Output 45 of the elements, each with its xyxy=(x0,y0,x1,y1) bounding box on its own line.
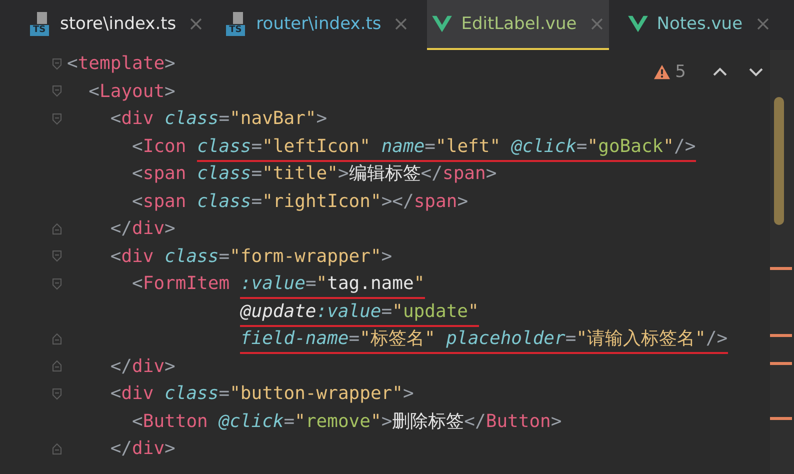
warning-count: 5 xyxy=(675,62,686,82)
code-line: </div> xyxy=(109,354,176,378)
editor-tab[interactable]: TS store\index.ts xyxy=(26,0,208,50)
warning-icon[interactable] xyxy=(653,64,672,80)
editor-tab[interactable]: TS router\index.ts xyxy=(222,0,414,50)
code-line: field-name="标签名" placeholder="请输入标签名"/> xyxy=(67,325,728,352)
warning-marker[interactable] xyxy=(770,267,792,270)
code-line: <span class="title">编辑标签</span> xyxy=(131,162,497,186)
warning-marker[interactable] xyxy=(770,417,792,420)
code-line: <template> xyxy=(67,52,176,76)
fold-marker-icon[interactable] xyxy=(52,58,62,70)
code-line: <span class="rightIcon"></span> xyxy=(131,190,468,214)
warning-marker[interactable] xyxy=(770,334,792,337)
fold-marker-icon[interactable] xyxy=(52,85,62,98)
scrollbar[interactable] xyxy=(770,50,794,474)
code-line: <Icon class="leftIcon" name="left" @click="goBack"/> xyxy=(67,132,696,160)
scrollbar-thumb[interactable] xyxy=(774,97,784,225)
fold-marker-icon[interactable] xyxy=(52,278,62,290)
fold-marker-icon[interactable] xyxy=(52,112,62,125)
fold-end-marker-icon[interactable] xyxy=(52,360,62,372)
chevron-up-icon[interactable] xyxy=(712,67,728,77)
close-icon[interactable] xyxy=(395,18,408,30)
close-icon[interactable] xyxy=(590,18,603,30)
chevron-down-icon[interactable] xyxy=(748,67,764,77)
code-line: </div> xyxy=(109,217,176,241)
fold-marker-icon[interactable] xyxy=(52,250,62,262)
fold-end-marker-icon[interactable] xyxy=(52,332,62,345)
fold-end-marker-icon[interactable] xyxy=(52,222,62,235)
code-line: <div class="button-wrapper"> xyxy=(109,382,414,406)
code-line: <div class="form-wrapper"> xyxy=(109,244,392,268)
code-line: </div> xyxy=(109,437,176,461)
code-line: <FormItem :value="tag.name" xyxy=(67,270,425,298)
close-icon[interactable] xyxy=(190,18,202,30)
code-line: <Layout> xyxy=(88,80,176,104)
fold-marker-icon[interactable] xyxy=(52,388,62,400)
code-line: <div class="navBar"> xyxy=(109,107,328,131)
v-logo-icon xyxy=(431,15,454,33)
code-line: <Button @click="remove">删除标签</Button> xyxy=(131,410,562,434)
editor-tab[interactable]: Notes.vue xyxy=(622,0,775,50)
fold-end-marker-icon[interactable] xyxy=(52,442,62,455)
v-logo-icon xyxy=(626,15,649,33)
editor-tab[interactable]: EditLabel.vue xyxy=(427,0,609,50)
close-icon[interactable] xyxy=(756,18,769,30)
code-line: @update:value="update" xyxy=(67,298,479,325)
warning-marker[interactable] xyxy=(770,362,792,365)
